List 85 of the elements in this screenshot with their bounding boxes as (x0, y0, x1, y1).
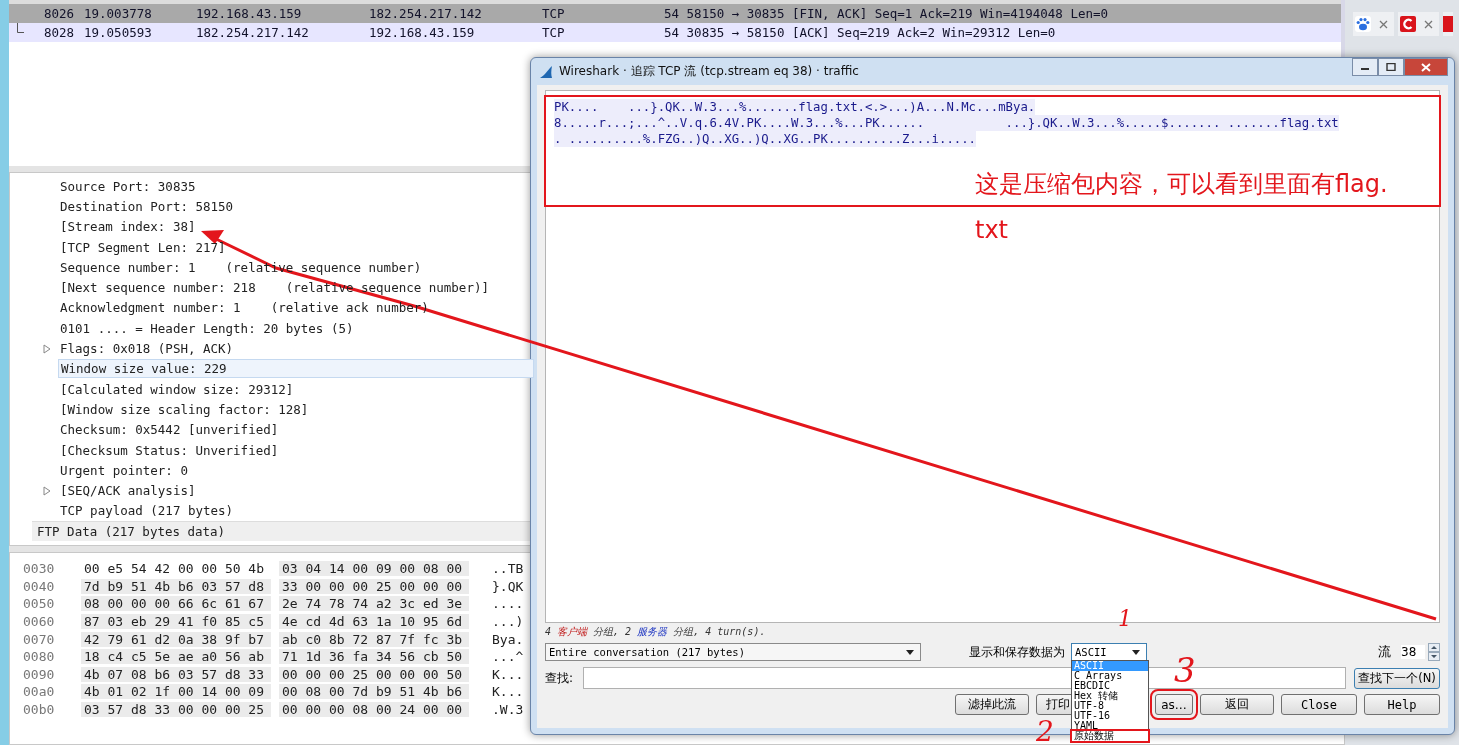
hex-ascii: ..TB (492, 561, 524, 577)
hex-ascii: K... (492, 666, 524, 682)
tree-item[interactable]: 0101 .... = Header Length: 20 bytes (5) (58, 319, 356, 337)
table-cell-text: 19.050593 (84, 25, 153, 40)
table-cell-text: 54 58150 → 30835 [FIN, ACK] Seq=1 Ack=219 Win=4194048 Len=0 (664, 6, 1109, 21)
dropdown-option[interactable]: YAML (1072, 721, 1148, 731)
hex-bytes: 03 04 14 00 09 00 08 00 (279, 561, 470, 577)
hex-offset: 0060 (22, 614, 56, 630)
window-title: Wireshark · 追踪 TCP 流 (tcp.stream eq 38) · traffic (559, 63, 859, 80)
tree-item[interactable]: [Checksum Status: Unverified] (58, 441, 281, 459)
packet-row[interactable]: 8026 19.003778 192.168.43.159 182.254.217.142 TCP 54 58150 → 30835 [FIN, ACK] Seq=1 Ack=219 Win=4194048 Len=0 (9, 4, 1341, 23)
hex-ascii: K... (492, 684, 524, 700)
hex-bytes: 42 79 61 d2 0a 38 9f b7 (81, 631, 271, 647)
hex-ascii: ...^ (492, 649, 524, 665)
annotation-mark: 2 (1036, 715, 1054, 745)
hex-bytes: 08 00 00 00 66 6c 61 67 (81, 596, 271, 612)
hex-offset: 0070 (22, 631, 56, 647)
tree-item[interactable]: [Window size scaling factor: 128] (58, 400, 311, 418)
stream-label: 流 (1378, 643, 1391, 661)
hex-bytes: ab c0 8b 72 87 7f fc 3b (279, 631, 470, 647)
tree-item[interactable]: [SEQ/ACK analysis] (58, 482, 198, 500)
hex-bytes: 00 00 00 08 00 24 00 00 (279, 702, 470, 718)
tree-item[interactable]: [TCP Segment Len: 217] (58, 238, 228, 256)
tree-item[interactable]: [Calculated window size: 29312] (58, 380, 296, 398)
table-cell-text: 19.003778 (84, 6, 153, 21)
hex-offset: 0080 (22, 649, 56, 665)
hex-bytes: 03 57 d8 33 00 00 00 25 (81, 702, 271, 718)
dropdown-option[interactable]: C Arrays (1072, 671, 1148, 681)
dialog-button[interactable]: 返回 (1200, 694, 1274, 715)
hex-ascii: .W.3 (492, 702, 524, 718)
hex-bytes: 00 08 00 7d b9 51 4b b6 (279, 684, 470, 700)
hex-bytes: 4e cd 4d 63 1a 10 95 6d (279, 614, 470, 630)
hex-ascii: ...) (492, 614, 524, 630)
table-cell-text: 8026 (44, 6, 76, 21)
tree-item[interactable]: [Stream index: 38] (58, 218, 198, 236)
hex-bytes: 87 03 eb 29 41 f0 85 c5 (81, 614, 271, 630)
annotation-mark: 3 (1174, 650, 1196, 690)
tree-item[interactable]: TCP payload (217 bytes) (58, 502, 236, 520)
hex-ascii: .... (492, 596, 524, 612)
hex-bytes: 4b 01 02 1f 00 14 00 09 (81, 684, 271, 700)
hex-bytes: 18 c4 c5 5e ae a0 56 ab (81, 649, 271, 665)
hex-bytes: 4b 07 08 b6 03 57 d8 33 (81, 666, 271, 682)
tree-item[interactable]: Destination Port: 58150 (58, 197, 236, 215)
table-cell-text: 54 30835 → 58150 [ACK] Seq=219 Ack=2 Win=29312 Len=0 (664, 25, 1057, 40)
table-cell-text: 8028 (44, 25, 76, 40)
tree-item[interactable]: Source Port: 30835 (58, 177, 198, 195)
hex-bytes: 33 00 00 00 25 00 00 00 (279, 578, 470, 594)
dialog-button[interactable]: Help (1364, 694, 1440, 715)
annotation-mark: 1 (1118, 606, 1132, 631)
format-label: 显示和保存数据为 (969, 643, 1065, 661)
stream-number-spinbox[interactable]: 38 (1397, 643, 1440, 661)
table-cell-text: TCP (542, 25, 566, 40)
tree-item[interactable]: Flags: 0x018 (PSH, ACK) (58, 340, 236, 357)
hex-offset: 0050 (22, 596, 56, 612)
dropdown-option[interactable]: EBCDIC (1072, 681, 1148, 691)
tree-item[interactable]: Acknowledgment number: 1 (relative ack number) (58, 299, 431, 317)
dropdown-option[interactable]: 原始数据 (1072, 731, 1148, 741)
find-next-button[interactable]: 查找下一个(N) (1354, 667, 1440, 689)
hex-bytes: 00 00 00 25 00 00 00 50 (279, 666, 470, 682)
hex-bytes: 2e 74 78 74 a2 3c ed 3e (279, 596, 470, 612)
table-cell-text: 192.168.43.159 (369, 25, 476, 40)
dialog-button[interactable]: 滤掉此流 (955, 694, 1029, 715)
conversation-dropdown[interactable]: Entire conversation (217 bytes) (545, 643, 921, 661)
tree-item[interactable]: [Next sequence number: 218 (relative sequence number)] (58, 279, 491, 297)
table-cell-text: TCP (542, 6, 566, 21)
annotation-note: 这是压缩包内容，可以看到里面有flag.txt (975, 169, 1389, 246)
find-label: 查找: (545, 669, 575, 687)
hex-offset: 0040 (22, 578, 56, 594)
tree-item[interactable]: Window size value: 229 (58, 359, 534, 379)
dialog-button[interactable]: Close (1281, 694, 1357, 715)
packet-row[interactable]: 8028 19.050593 182.254.217.142 192.168.43.159 TCP 54 30835 → 58150 [ACK] Seq=219 Ack=2 Win=29312 Len=0 (9, 23, 1341, 42)
tree-item[interactable]: Checksum: 0x5442 [unverified] (58, 421, 281, 439)
hex-offset: 00b0 (22, 702, 56, 718)
table-cell-text: 182.254.217.142 (196, 25, 310, 40)
hex-ascii: Bya. (492, 631, 524, 647)
hex-ascii: }.QK (492, 578, 524, 594)
hex-offset: 0090 (22, 666, 56, 682)
hex-offset: 0030 (22, 561, 56, 577)
table-cell-text: 182.254.217.142 (369, 6, 483, 21)
hex-bytes: 7d b9 51 4b b6 03 57 d8 (81, 578, 271, 594)
conversation-stats: 4 客户端 分组, 2 服务器 分组, 4 turn(s). (545, 625, 767, 639)
hex-offset: 00a0 (22, 684, 56, 700)
table-cell-text: 192.168.43.159 (196, 6, 303, 21)
hex-bytes: 71 1d 36 fa 34 56 cb 50 (279, 649, 470, 665)
tree-item[interactable]: Urgent pointer: 0 (58, 461, 190, 479)
